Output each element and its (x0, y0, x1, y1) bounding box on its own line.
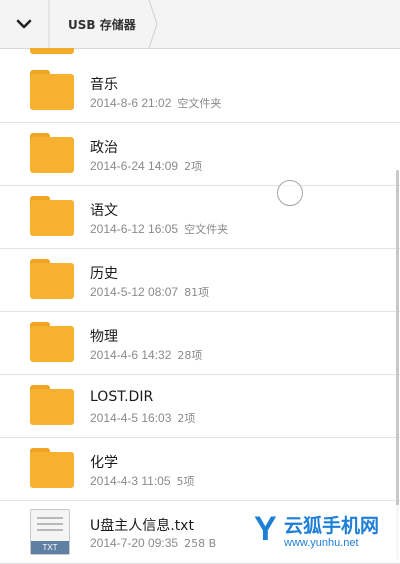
file-date: 2014-5-12 08:07 (90, 285, 179, 299)
file-meta: 2014-5-12 08:07 81项 (90, 284, 209, 300)
file-name: 音乐 (90, 77, 118, 93)
file-name: 化学 (90, 455, 118, 471)
file-list-item[interactable]: 政治 2014-6-24 14:09 2项 (0, 123, 400, 186)
breadcrumb-label: USB 存储器 (68, 17, 136, 32)
file-list-item[interactable]: 化学 2014-4-3 11:05 5项 (0, 438, 400, 501)
file-date: 2014-6-12 16:05 (90, 222, 179, 236)
file-name: 历史 (90, 266, 118, 282)
file-name: 物理 (90, 329, 118, 345)
file-date: 2014-8-6 21:02 (90, 96, 172, 110)
file-info: 258 B (184, 537, 217, 550)
touch-indicator (277, 180, 303, 206)
folder-icon (30, 259, 74, 299)
header-bar: USB 存储器 (0, 0, 400, 49)
chevron-down-icon (16, 19, 32, 29)
file-meta: 2014-6-12 16:05 空文件夹 (90, 221, 228, 237)
file-name: LOST.DIR (90, 389, 154, 405)
txt-file-icon: TXT (30, 509, 70, 555)
file-info: 空文件夹 (177, 97, 222, 110)
file-meta: 2014-4-3 11:05 5项 (90, 473, 195, 489)
file-date: 2014-7-20 09:35 (90, 536, 179, 550)
watermark-logo: Y (254, 510, 277, 548)
folder-icon (30, 448, 74, 488)
folder-icon (30, 70, 74, 110)
file-date: 2014-4-6 14:32 (90, 348, 172, 362)
watermark: Y 云狐手机网 www.yunhu.net (250, 505, 400, 560)
collapse-button[interactable] (0, 0, 48, 48)
breadcrumb-usb-storage[interactable]: USB 存储器 (50, 0, 158, 48)
file-list-item[interactable]: LOST.DIR 2014-4-5 16:03 2项 (0, 375, 400, 438)
file-meta: 2014-7-20 09:35 258 B (90, 536, 216, 550)
file-list-item[interactable]: 物理 2014-4-6 14:32 28项 (0, 312, 400, 375)
file-date: 2014-4-5 16:03 (90, 411, 172, 425)
file-date: 2014-6-24 14:09 (90, 159, 179, 173)
folder-icon (30, 196, 74, 236)
file-info: 2项 (184, 160, 203, 173)
file-info: 81项 (184, 286, 210, 299)
file-meta: 2014-4-6 14:32 28项 (90, 347, 202, 363)
txt-badge: TXT (31, 541, 69, 554)
breadcrumb-chevron-icon (148, 0, 158, 48)
file-list-item[interactable]: 音乐 2014-8-6 21:02 空文件夹 (0, 60, 400, 123)
file-info: 空文件夹 (184, 223, 229, 236)
watermark-title: 云狐手机网 (284, 515, 380, 537)
file-list: 音乐 2014-8-6 21:02 空文件夹 政治 2014-6-24 14:09 2项语… (0, 60, 400, 564)
file-list-item[interactable]: 历史 2014-5-12 08:07 81项 (0, 249, 400, 312)
file-meta: 2014-6-24 14:09 2项 (90, 158, 202, 174)
folder-icon (30, 48, 74, 54)
folder-icon (30, 322, 74, 362)
file-meta: 2014-4-5 16:03 2项 (90, 410, 195, 426)
file-name: 语文 (90, 203, 118, 219)
watermark-url: www.yunhu.net (284, 537, 359, 549)
folder-icon (30, 133, 74, 173)
file-name: 政治 (90, 140, 118, 156)
file-info: 5项 (176, 475, 195, 488)
folder-icon (30, 385, 74, 425)
file-info: 28项 (177, 349, 203, 362)
file-name: U盘主人信息.txt (90, 518, 194, 534)
scrollbar[interactable] (396, 170, 399, 560)
file-date: 2014-4-3 11:05 (90, 474, 171, 488)
file-meta: 2014-8-6 21:02 空文件夹 (90, 95, 221, 111)
file-list-item[interactable]: 语文 2014-6-12 16:05 空文件夹 (0, 186, 400, 249)
file-info: 2项 (177, 412, 196, 425)
